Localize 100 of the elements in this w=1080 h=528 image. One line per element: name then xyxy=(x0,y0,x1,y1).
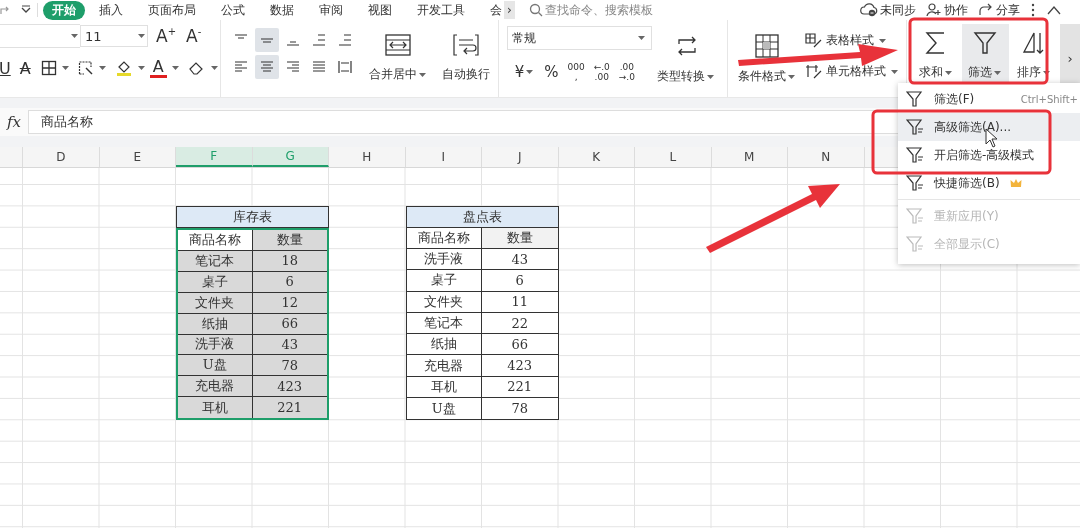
filter-icon xyxy=(906,146,924,164)
filter-icon xyxy=(906,235,924,253)
more-tabs-button[interactable]: › xyxy=(504,1,515,19)
conditional-format-button[interactable]: 条件格式 xyxy=(733,24,801,93)
menu-item[interactable]: 高级筛选(A)... xyxy=(898,113,1080,141)
column-header[interactable]: K xyxy=(558,147,635,167)
table-title: 盘点表 xyxy=(405,206,559,228)
dropdown-icon[interactable] xyxy=(20,5,32,15)
merge-center-button[interactable]: 合并居中 xyxy=(364,24,432,83)
align-button[interactable] xyxy=(254,55,279,79)
more-icon[interactable] xyxy=(1030,2,1036,18)
header-cell: 商品名称 xyxy=(406,227,482,250)
table-cell: 充电器 xyxy=(178,376,253,398)
table-cell: 文件夹 xyxy=(178,292,253,314)
border-icon[interactable] xyxy=(40,60,57,76)
ribbon-tab[interactable]: 审阅 xyxy=(308,0,354,20)
column-header[interactable]: J xyxy=(482,147,559,167)
table-cell: 423 xyxy=(252,376,327,398)
filter-icon xyxy=(973,30,998,56)
toolbar-action[interactable]: 未同步 xyxy=(860,1,916,19)
font-color-button[interactable]: A xyxy=(149,58,167,78)
header-cell: 商品名称 xyxy=(178,229,253,251)
strikethrough-button[interactable]: A xyxy=(16,58,34,78)
redo-icon[interactable] xyxy=(0,4,10,16)
filter-icon xyxy=(906,207,924,225)
underline-button[interactable]: U xyxy=(0,58,14,78)
ribbon-tab[interactable]: 开发工具 xyxy=(406,0,476,20)
ribbon-tab[interactable]: 数据 xyxy=(259,0,305,20)
column-header[interactable]: I xyxy=(405,147,482,167)
merge-icon xyxy=(385,34,412,56)
ribbon-tab[interactable]: 公式 xyxy=(210,0,256,20)
table-cell: 耳机 xyxy=(406,376,482,398)
filter-icon xyxy=(906,90,924,108)
number-format-button[interactable]: 000 , xyxy=(567,62,585,82)
caret-icon xyxy=(787,74,795,79)
cell-brush-icon xyxy=(804,63,823,80)
table-cell: 43 xyxy=(482,249,558,271)
number-format-dropdown[interactable]: 常规 xyxy=(506,26,652,50)
table-cell: 文件夹 xyxy=(406,291,482,313)
table-cell: 78 xyxy=(482,398,558,420)
search-field[interactable]: 查找命令、搜索模板 xyxy=(528,3,729,17)
align-button[interactable] xyxy=(254,28,279,52)
font-name-field[interactable] xyxy=(0,24,80,48)
type-convert-button[interactable]: 类型转换 xyxy=(651,24,722,92)
ribbon-tab[interactable]: 页面布局 xyxy=(137,0,207,20)
currency-button[interactable]: ¥ xyxy=(514,63,536,81)
wrap-text-button[interactable]: 自动换行 xyxy=(437,24,494,83)
column-header[interactable]: M xyxy=(711,147,788,167)
table-cell: 221 xyxy=(482,376,558,398)
fill-color-icon[interactable] xyxy=(114,59,133,77)
table-brush-icon xyxy=(804,32,823,49)
table-cell: 洗手液 xyxy=(406,249,482,271)
toolbar-action[interactable]: 分享 xyxy=(978,1,1020,19)
table-cell: 纸抽 xyxy=(178,313,253,335)
caret-icon xyxy=(890,69,898,74)
caret-icon xyxy=(1043,70,1050,75)
number-format-button[interactable]: ←.0 .00 xyxy=(593,62,610,82)
caret-icon xyxy=(994,70,1001,75)
caret-icon xyxy=(637,36,645,40)
font-size-field[interactable]: 11 xyxy=(80,25,148,47)
cell-style-button[interactable]: 单元格样式 xyxy=(804,63,900,80)
table-cell: 笔记本 xyxy=(178,250,253,272)
function-label[interactable]: fx xyxy=(0,113,28,131)
table-cell: 桌子 xyxy=(406,270,482,292)
filter-icon xyxy=(906,174,924,192)
ribbon-tab[interactable]: 会 xyxy=(479,0,504,20)
menu-item[interactable]: 快捷筛选(B) xyxy=(898,169,1080,197)
format-painter-icon[interactable] xyxy=(77,60,94,76)
caret-icon xyxy=(138,34,145,38)
caret-icon xyxy=(707,74,715,79)
search-icon xyxy=(528,3,543,17)
table-cell: 423 xyxy=(482,355,558,377)
number-format-button[interactable]: .00 →.0 xyxy=(618,62,635,82)
caret-icon xyxy=(171,66,179,70)
add-user-icon xyxy=(926,3,942,17)
caret-icon xyxy=(418,72,426,77)
table-cell: 耳机 xyxy=(178,397,253,419)
table-cell: 221 xyxy=(252,397,327,419)
grid-icon xyxy=(755,34,780,58)
column-header[interactable]: H xyxy=(329,147,406,167)
ribbon-tab[interactable]: 插入 xyxy=(88,0,134,20)
collapse-icon[interactable] xyxy=(1046,5,1062,15)
filter-icon xyxy=(906,118,924,136)
ribbon-tab[interactable]: 视图 xyxy=(357,0,403,20)
header-cell: 数量 xyxy=(252,229,327,251)
column-header[interactable]: N xyxy=(788,147,865,167)
column-header[interactable]: D xyxy=(23,147,100,167)
font-size-button[interactable]: A$^{+}$ xyxy=(154,26,179,46)
caret-icon xyxy=(210,66,218,70)
cloud-icon xyxy=(860,3,878,17)
caret-icon xyxy=(137,66,145,70)
table-title: 库存表 xyxy=(176,206,329,228)
column-header[interactable]: L xyxy=(635,147,712,167)
menu-item[interactable]: 开启筛选-高级模式 xyxy=(898,141,1080,169)
caret-icon xyxy=(98,66,106,70)
table-cell: U盘 xyxy=(406,398,482,420)
font-size-button[interactable]: A$^{-}$ xyxy=(184,26,204,46)
toolbar-action[interactable]: 协作 xyxy=(926,1,968,19)
percent-button[interactable]: % xyxy=(544,63,559,81)
table-style-button[interactable]: 表格样式 xyxy=(804,32,900,49)
